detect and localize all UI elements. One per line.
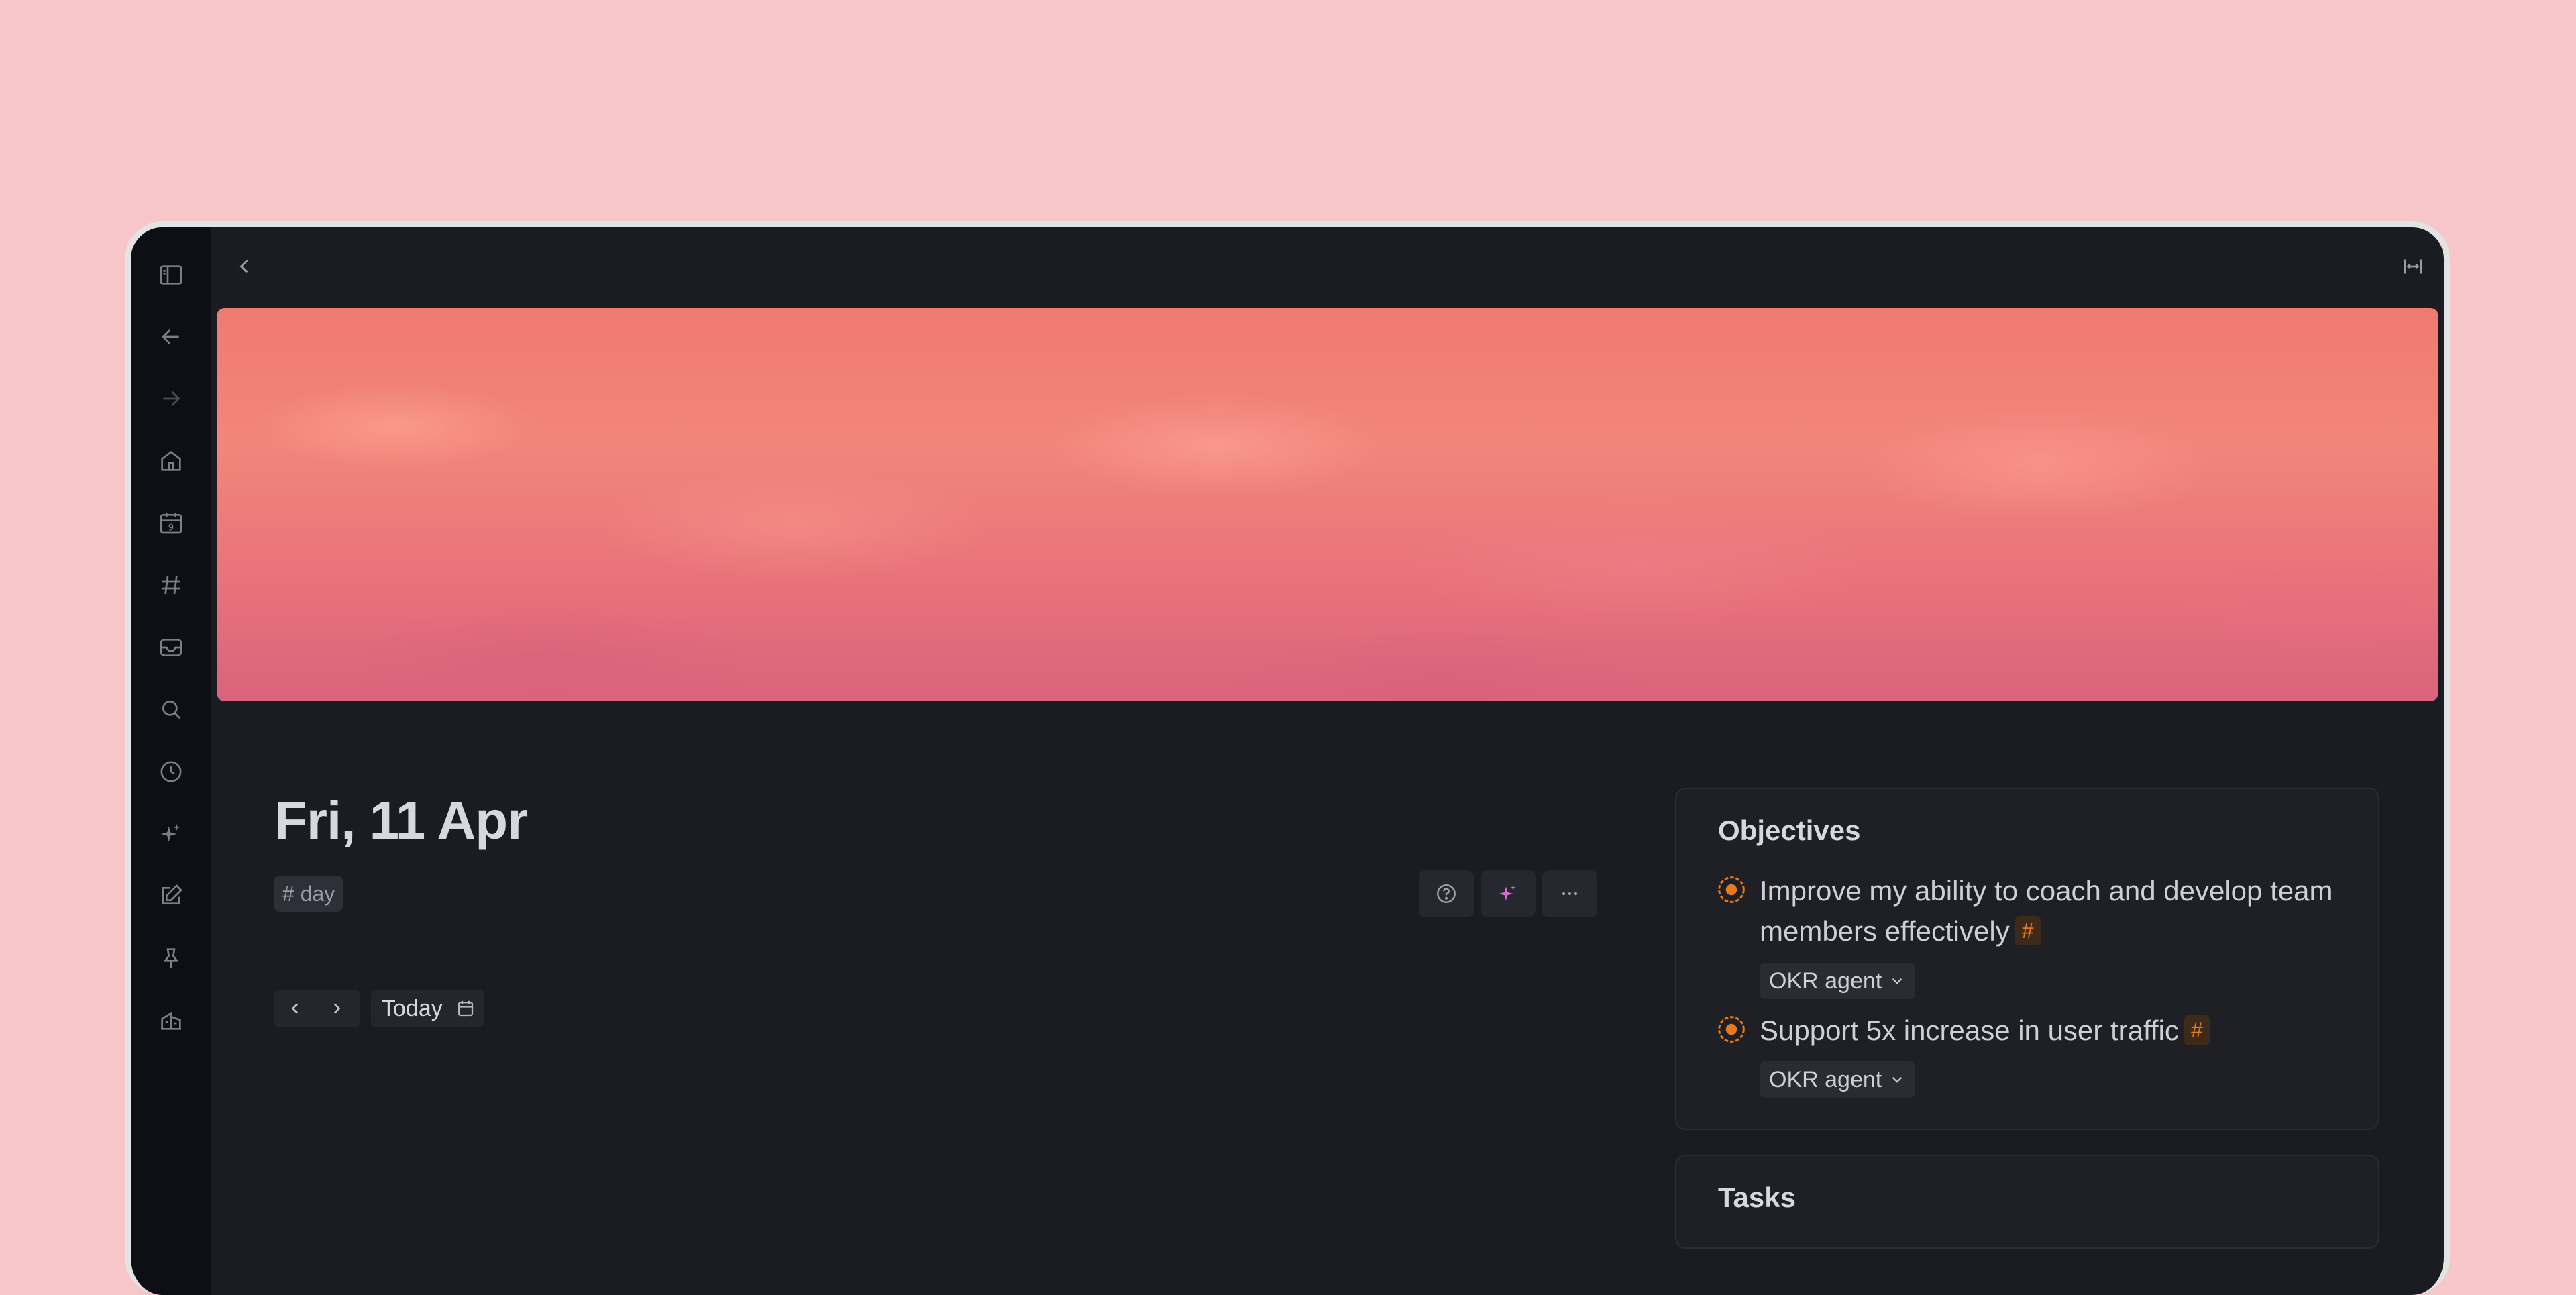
okr-agent-label: OKR agent bbox=[1769, 968, 1882, 994]
objective-hashtag-badge[interactable]: # bbox=[2184, 1015, 2210, 1045]
previous-day-button[interactable] bbox=[274, 990, 316, 1027]
app-window: 9 Fri, 11 Apr # day Today Objectives Imp… bbox=[125, 221, 2450, 1295]
help-button[interactable] bbox=[1419, 870, 1474, 917]
objective-text-content: Improve my ability to coach and develop … bbox=[1760, 875, 2333, 947]
sparkle-icon bbox=[1499, 884, 1516, 901]
okr-agent-label: OKR agent bbox=[1769, 1067, 1882, 1092]
objectives-title: Objectives bbox=[1718, 815, 1861, 846]
more-options-button[interactable] bbox=[1542, 870, 1597, 917]
objective-text-content: Support 5x increase in user traffic bbox=[1760, 1015, 2179, 1046]
home-icon[interactable] bbox=[147, 437, 195, 485]
okr-agent-dropdown[interactable]: OKR agent bbox=[1760, 1061, 1916, 1098]
chevron-right-icon bbox=[333, 1003, 341, 1014]
objective-status-icon bbox=[1718, 1016, 1745, 1043]
hashtag-icon[interactable] bbox=[147, 561, 195, 609]
day-tag[interactable]: # day bbox=[274, 876, 343, 912]
objective-hashtag-badge[interactable]: # bbox=[2015, 916, 2041, 945]
ai-assist-button[interactable] bbox=[1481, 870, 1536, 917]
top-bar bbox=[211, 227, 2444, 305]
back-arrow-icon[interactable] bbox=[147, 313, 195, 361]
calendar-icon bbox=[452, 990, 484, 1027]
today-button[interactable]: Today bbox=[371, 990, 484, 1027]
sparkle-icon[interactable] bbox=[147, 810, 195, 858]
edit-icon[interactable] bbox=[147, 872, 195, 920]
cover-image bbox=[217, 308, 2438, 701]
clock-icon[interactable] bbox=[147, 747, 195, 796]
chevron-left-icon bbox=[291, 1003, 299, 1014]
objective-item[interactable]: Improve my ability to coach and develop … bbox=[1717, 871, 2351, 1005]
building-icon[interactable] bbox=[147, 996, 195, 1044]
pin-icon[interactable] bbox=[147, 934, 195, 982]
forward-arrow-icon[interactable] bbox=[147, 374, 195, 423]
okr-agent-dropdown[interactable]: OKR agent bbox=[1760, 963, 1916, 999]
help-icon bbox=[1437, 884, 1456, 903]
objective-item[interactable]: Support 5x increase in user traffic # OKR… bbox=[1717, 1011, 2351, 1111]
page-title: Fri, 11 Apr bbox=[274, 790, 528, 850]
more-icon bbox=[1562, 892, 1578, 896]
inbox-icon[interactable] bbox=[147, 623, 195, 672]
tasks-title: Tasks bbox=[1718, 1182, 1796, 1213]
next-day-button[interactable] bbox=[316, 990, 358, 1027]
chevron-down-icon bbox=[1892, 1076, 1902, 1083]
expand-width-icon[interactable] bbox=[2392, 245, 2434, 288]
svg-text:9: 9 bbox=[168, 523, 174, 533]
sidebar: 9 bbox=[131, 227, 211, 1295]
date-nav-arrows bbox=[274, 990, 360, 1027]
objective-text: Support 5x increase in user traffic # bbox=[1760, 1011, 2351, 1051]
calendar-icon[interactable]: 9 bbox=[147, 499, 195, 547]
objective-text: Improve my ability to coach and develop … bbox=[1760, 871, 2351, 951]
chevron-left-icon[interactable] bbox=[223, 245, 266, 288]
today-label: Today bbox=[382, 995, 443, 1021]
sidebar-toggle-icon[interactable] bbox=[147, 251, 195, 299]
objectives-panel: Objectives Improve my ability to coach a… bbox=[1675, 788, 2379, 1130]
search-icon[interactable] bbox=[147, 685, 195, 733]
chevron-down-icon bbox=[1892, 978, 1902, 984]
tasks-panel: Tasks bbox=[1675, 1155, 2379, 1249]
objective-status-icon bbox=[1718, 876, 1745, 903]
